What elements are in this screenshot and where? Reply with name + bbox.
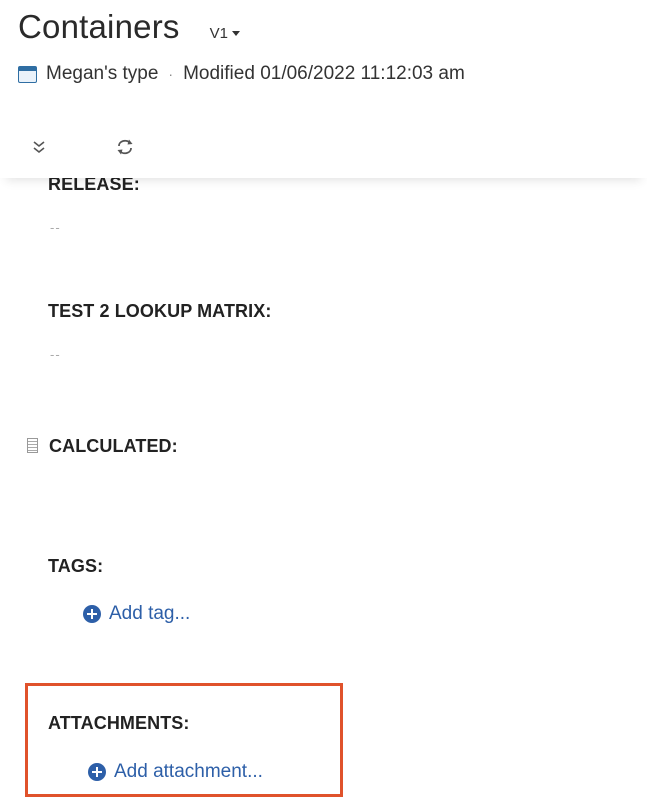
add-tag-label: Add tag... [109, 603, 191, 624]
plus-circle-icon [88, 763, 106, 781]
field-value-release: -- [50, 220, 61, 235]
refresh-button[interactable] [112, 134, 138, 160]
field-label-calculated: CALCULATED: [49, 436, 178, 456]
add-attachment-label: Add attachment... [114, 761, 263, 782]
double-chevron-down-icon [33, 141, 45, 154]
window-icon [18, 65, 37, 83]
calculator-icon [27, 438, 38, 453]
add-attachment-link[interactable]: Add attachment... [88, 761, 263, 783]
item-type: Megan's type [46, 63, 159, 84]
toolbar [0, 122, 647, 178]
version-label: V1 [209, 25, 228, 42]
collapse-all-button[interactable] [26, 134, 52, 160]
caret-down-icon [231, 31, 240, 36]
add-tag-link[interactable]: Add tag... [83, 603, 190, 625]
field-label-tags: TAGS: [48, 556, 104, 576]
refresh-icon [117, 139, 133, 155]
title-row: Containers V1 [18, 8, 240, 46]
modified-timestamp: Modified 01/06/2022 11:12:03 am [183, 63, 465, 84]
field-label-attachments: ATTACHMENTS: [48, 713, 190, 733]
meta-row: Megan's type · Modified 01/06/2022 11:12… [18, 63, 465, 85]
plus-circle-icon [83, 605, 101, 623]
field-value-lookup-matrix: -- [50, 347, 61, 362]
page-title: Containers [18, 8, 180, 45]
meta-separator: · [168, 66, 174, 82]
version-dropdown[interactable]: V1 [210, 25, 240, 42]
page: Containers V1 Megan's type · Modified 01… [0, 0, 647, 802]
field-label-lookup-matrix: TEST 2 LOOKUP MATRIX: [48, 301, 272, 321]
